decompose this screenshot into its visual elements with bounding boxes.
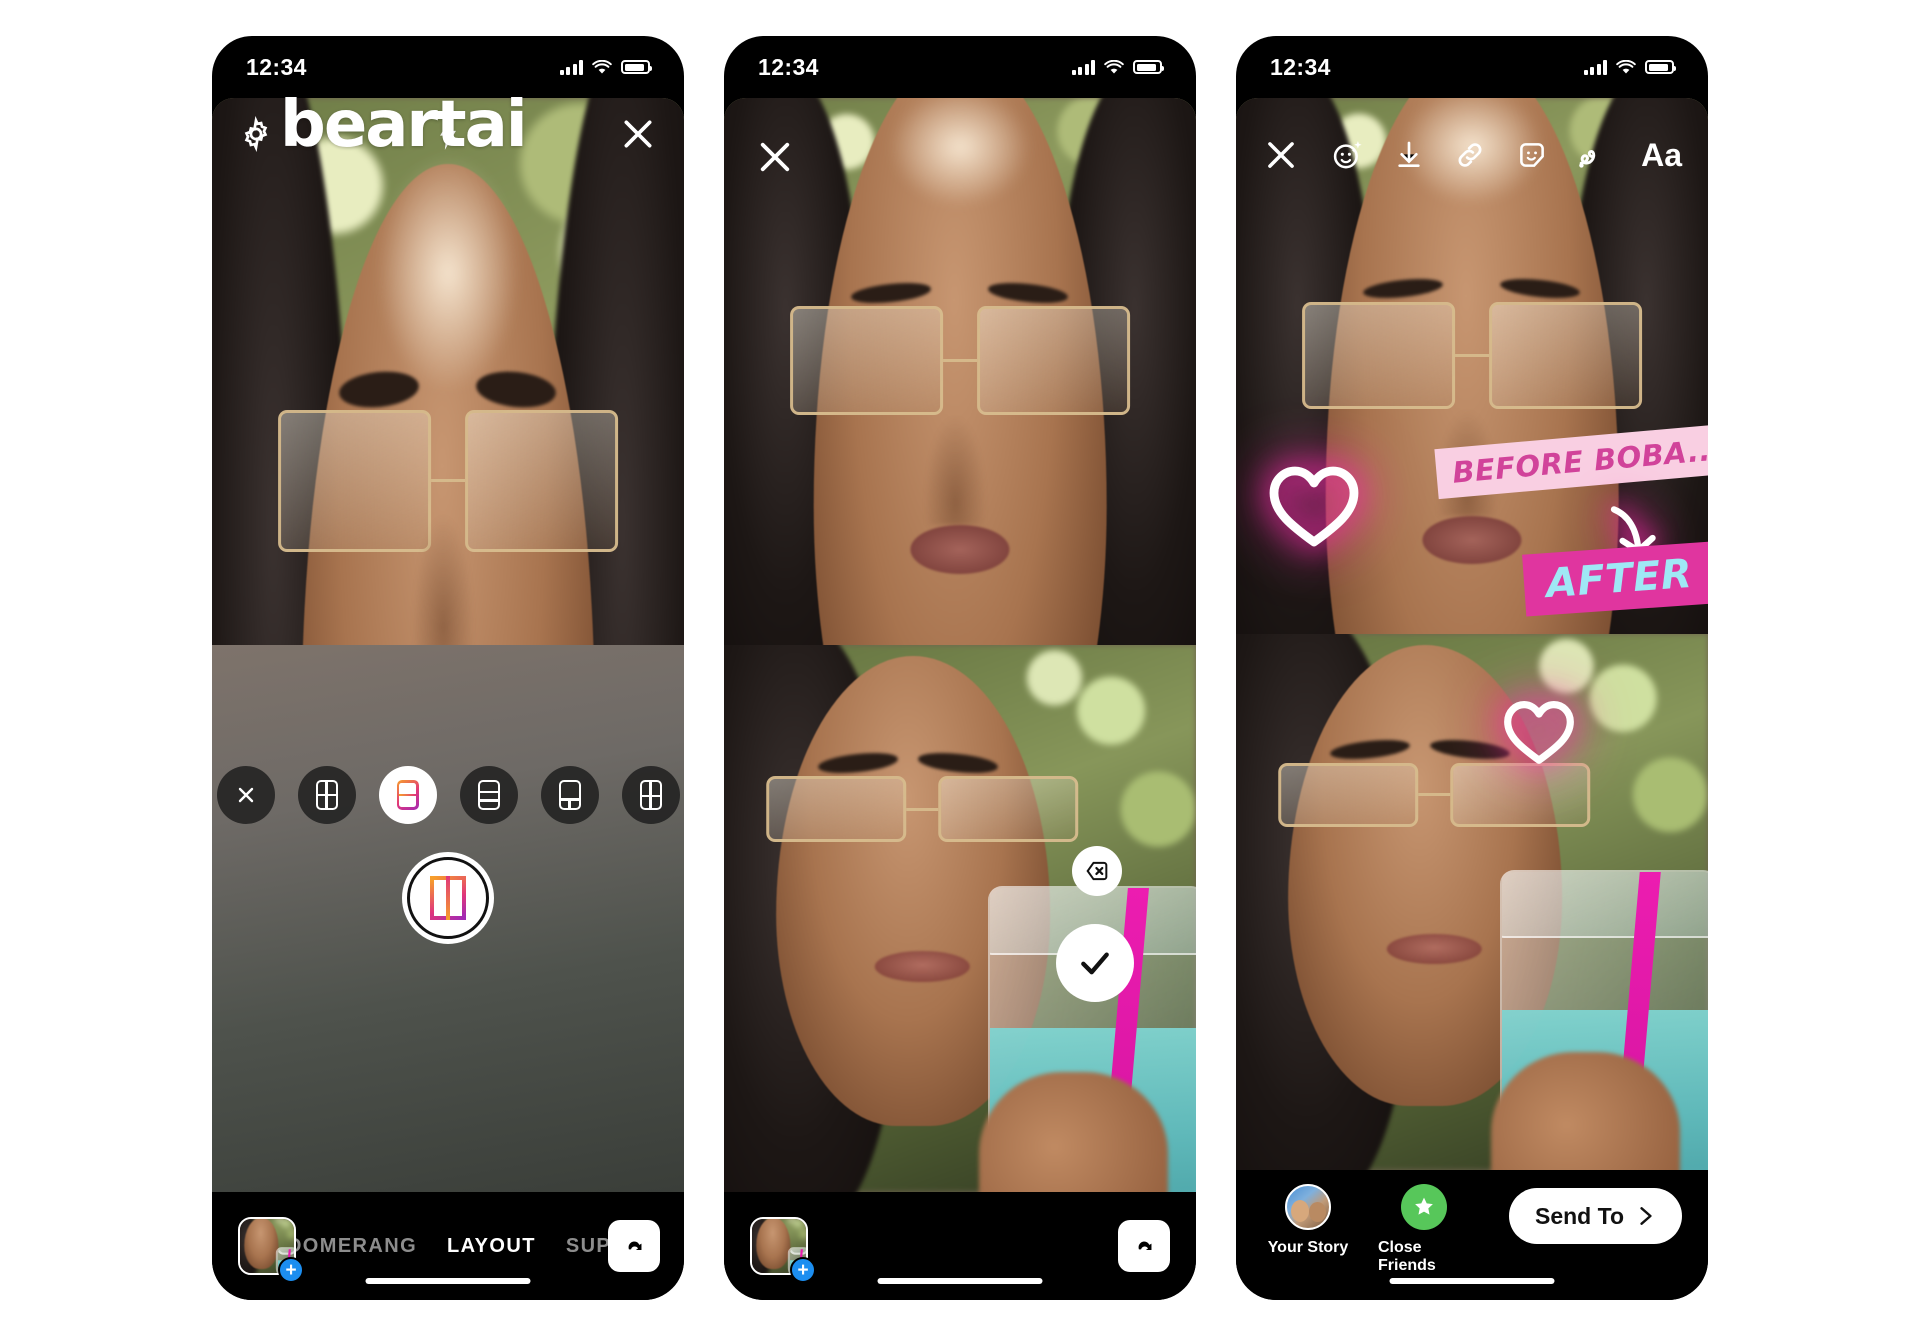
close-icon[interactable] bbox=[618, 114, 658, 154]
your-story-label: Your Story bbox=[1267, 1239, 1349, 1256]
home-indicator bbox=[877, 1278, 1043, 1284]
gallery-thumbnail[interactable]: + bbox=[238, 1217, 304, 1283]
mode-selector[interactable]: BOOMERANG LAYOUT SUPERZOOM bbox=[296, 1235, 608, 1258]
status-bar: 12:34 bbox=[212, 36, 684, 98]
battery-icon bbox=[1645, 60, 1676, 74]
battery-icon bbox=[1133, 60, 1164, 74]
delete-shot-icon bbox=[1086, 861, 1108, 881]
flip-camera-icon bbox=[628, 1241, 642, 1250]
close-icon bbox=[238, 787, 253, 803]
flip-camera-icon bbox=[1138, 1241, 1152, 1250]
mode-superzoom[interactable]: SUPERZOOM bbox=[566, 1235, 608, 1258]
add-story-badge[interactable]: + bbox=[790, 1257, 816, 1283]
flip-camera-button[interactable] bbox=[608, 1220, 660, 1272]
portrait-photo-neutral bbox=[724, 98, 1196, 645]
battery-icon bbox=[621, 60, 652, 74]
send-to-button[interactable]: Send To bbox=[1508, 1188, 1682, 1244]
status-time: 12:34 bbox=[758, 53, 819, 80]
neon-heart-sticker-bottom[interactable] bbox=[1501, 696, 1577, 773]
after-text-sticker-label: AFTER bbox=[1522, 541, 1708, 617]
draw-squiggle-icon[interactable] bbox=[1577, 138, 1613, 172]
gallery-thumbnail[interactable]: + bbox=[750, 1217, 816, 1283]
layout-off-option[interactable] bbox=[216, 766, 275, 824]
status-icons bbox=[1071, 59, 1164, 75]
screenshot-stage: 12:34 beartai + OMERANG LAYOUT SUP 12:34… bbox=[0, 0, 1920, 1336]
text-tool-icon[interactable]: Aa bbox=[1641, 137, 1682, 174]
avatar bbox=[1285, 1184, 1331, 1230]
layout-3-horizontal-option[interactable] bbox=[459, 766, 518, 824]
layout-options-row bbox=[212, 766, 684, 824]
story-editor-toolbar: Aa bbox=[1236, 136, 1708, 174]
close-icon[interactable] bbox=[1262, 136, 1300, 174]
status-bar: 12:34 bbox=[1236, 36, 1708, 98]
layout-1-top-2-bottom-option[interactable] bbox=[540, 766, 599, 824]
home-indicator bbox=[365, 1278, 531, 1284]
phone-1-layout-capture: 12:34 beartai + OMERANG LAYOUT SUP bbox=[212, 36, 684, 1300]
send-to-label: Send To bbox=[1534, 1202, 1624, 1229]
checkmark-icon bbox=[1081, 952, 1109, 975]
wifi-icon bbox=[1104, 59, 1124, 73]
layout-preview-canvas[interactable] bbox=[724, 98, 1196, 1192]
mode-boomerang[interactable]: BOOMERANG bbox=[296, 1235, 417, 1258]
grid-2x2-icon bbox=[315, 780, 338, 810]
phone-2-layout-filled: 12:34 + bbox=[724, 36, 1196, 1300]
portrait-photo-boba bbox=[724, 645, 1196, 1192]
link-icon[interactable] bbox=[1453, 138, 1487, 172]
neon-heart-sticker-top[interactable] bbox=[1266, 460, 1362, 557]
your-story-destination[interactable]: Your Story bbox=[1262, 1184, 1354, 1257]
wifi-icon bbox=[592, 59, 612, 73]
photo-pane-bottom bbox=[724, 645, 1196, 1192]
beartai-watermark: beartai bbox=[280, 88, 528, 162]
download-icon[interactable] bbox=[1393, 139, 1425, 171]
cellular-bars-icon bbox=[559, 59, 583, 75]
before-text-sticker[interactable]: BEFORE BOBA... bbox=[1434, 422, 1708, 500]
story-editor-canvas[interactable] bbox=[1236, 98, 1708, 1170]
shutter-button[interactable] bbox=[402, 852, 494, 944]
close-icon[interactable] bbox=[754, 136, 796, 178]
sticker-icon[interactable] bbox=[1515, 138, 1549, 172]
after-text-sticker[interactable]: AFTER bbox=[1522, 541, 1708, 617]
confirm-layout-button[interactable] bbox=[1056, 924, 1134, 1002]
flip-camera-button[interactable] bbox=[1118, 1220, 1170, 1272]
layout-gradient-icon bbox=[430, 876, 466, 920]
grid-3-stacked-icon bbox=[477, 780, 500, 810]
phone-3-story-editor: 12:34 Aa BEFORE BOBA... AFTER Your Story… bbox=[1236, 36, 1708, 1300]
status-bar: 12:34 bbox=[724, 36, 1196, 98]
grid-1-top-2-bottom-icon bbox=[558, 780, 581, 810]
mode-layout[interactable]: LAYOUT bbox=[447, 1235, 536, 1258]
layout-2x2-option[interactable] bbox=[297, 766, 356, 824]
close-friends-label: Close Friends bbox=[1378, 1239, 1436, 1274]
chevron-right-icon bbox=[1640, 1207, 1652, 1225]
close-friends-destination[interactable]: Close Friends bbox=[1378, 1184, 1470, 1275]
status-icons bbox=[1583, 59, 1676, 75]
photo-pane-bottom bbox=[1236, 634, 1708, 1170]
grid-quad-icon bbox=[639, 780, 662, 810]
cellular-bars-icon bbox=[1071, 59, 1095, 75]
portrait-photo-boba bbox=[1236, 634, 1708, 1170]
camera-preview-canvas[interactable] bbox=[212, 98, 684, 1192]
layout-quad-option[interactable] bbox=[621, 766, 680, 824]
add-story-badge[interactable]: + bbox=[278, 1257, 304, 1283]
status-time: 12:34 bbox=[246, 53, 307, 80]
cellular-bars-icon bbox=[1583, 59, 1607, 75]
home-indicator bbox=[1389, 1278, 1555, 1284]
green-star-icon bbox=[1401, 1184, 1447, 1230]
status-icons bbox=[559, 59, 652, 75]
effects-smiley-sparkle-icon[interactable] bbox=[1331, 138, 1365, 172]
status-time: 12:34 bbox=[1270, 53, 1331, 80]
delete-shot-button[interactable] bbox=[1072, 846, 1122, 896]
photo-pane-top bbox=[724, 98, 1196, 645]
grid-2-stacked-icon bbox=[396, 780, 419, 810]
layout-2-vertical-option[interactable] bbox=[378, 766, 437, 824]
wifi-icon bbox=[1616, 59, 1636, 73]
settings-gear-icon[interactable] bbox=[238, 116, 274, 152]
